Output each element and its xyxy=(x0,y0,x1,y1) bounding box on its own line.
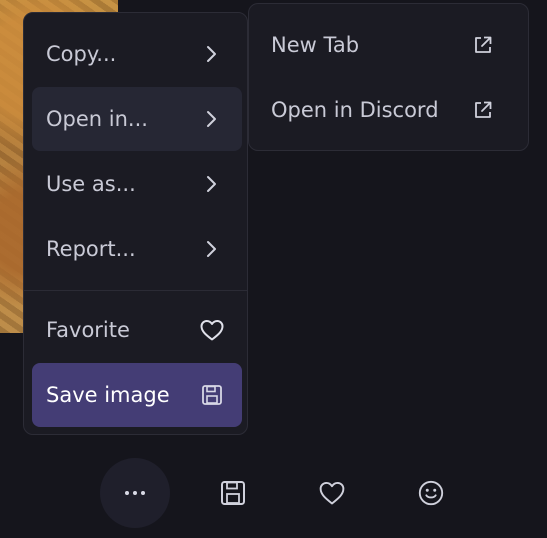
menu-item-report[interactable]: Report... xyxy=(32,217,242,281)
more-dots-icon xyxy=(125,491,145,495)
external-link-icon xyxy=(469,31,497,59)
menu-item-copy[interactable]: Copy... xyxy=(32,22,242,86)
context-menu: Copy... Open in... Use as... Report... F… xyxy=(23,12,248,435)
chevron-right-icon xyxy=(198,40,226,68)
submenu-item-open-in-discord[interactable]: Open in Discord xyxy=(257,78,521,142)
menu-item-favorite[interactable]: Favorite xyxy=(32,298,242,362)
bottom-toolbar xyxy=(100,458,460,528)
menu-item-label: Open in... xyxy=(46,107,148,131)
menu-item-label: Report... xyxy=(46,237,136,261)
floppy-disk-icon xyxy=(219,479,247,507)
external-link-icon xyxy=(469,96,497,124)
menu-divider xyxy=(24,290,247,291)
floppy-disk-icon xyxy=(198,381,226,409)
chevron-right-icon xyxy=(198,170,226,198)
favorite-button[interactable] xyxy=(297,458,367,528)
submenu-item-new-tab[interactable]: New Tab xyxy=(257,13,521,77)
smiley-icon xyxy=(417,479,445,507)
submenu-item-label: New Tab xyxy=(271,33,360,57)
submenu-item-label: Open in Discord xyxy=(271,98,439,122)
menu-item-label: Copy... xyxy=(46,42,117,66)
heart-icon xyxy=(198,316,226,344)
menu-item-label: Favorite xyxy=(46,318,130,342)
save-button[interactable] xyxy=(198,458,268,528)
react-button[interactable] xyxy=(396,458,466,528)
menu-item-use-as[interactable]: Use as... xyxy=(32,152,242,216)
menu-item-label: Save image xyxy=(46,383,170,407)
open-in-submenu: New Tab Open in Discord xyxy=(248,3,529,151)
menu-item-label: Use as... xyxy=(46,172,136,196)
save-image-button[interactable]: Save image xyxy=(32,363,242,427)
more-options-button[interactable] xyxy=(100,458,170,528)
chevron-right-icon xyxy=(198,105,226,133)
chevron-right-icon xyxy=(198,235,226,263)
menu-item-open-in[interactable]: Open in... xyxy=(32,87,242,151)
heart-icon xyxy=(318,479,346,507)
